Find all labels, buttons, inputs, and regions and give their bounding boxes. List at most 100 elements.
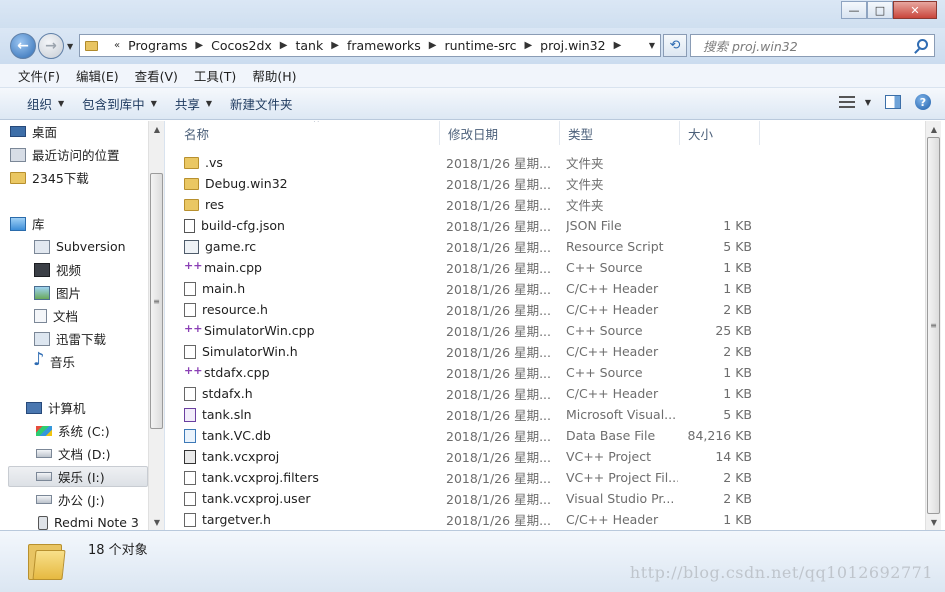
nav-item-libraries[interactable]: 库 xyxy=(10,213,45,234)
file-row[interactable]: stdafx.h 2018/1/26 星期... C/C++ Header 1 KB xyxy=(166,383,925,404)
breadcrumb-frameworks[interactable]: frameworks xyxy=(347,38,421,53)
file-row[interactable]: resource.h 2018/1/26 星期... C/C++ Header 2 K… xyxy=(166,299,925,320)
file-row[interactable]: .vs 2018/1/26 星期... 文件夹 xyxy=(166,152,925,173)
new-folder-button[interactable]: 新建文件夹 xyxy=(221,94,302,113)
include-in-library-button[interactable]: 包含到库中 ▼ xyxy=(73,94,166,113)
refresh-button[interactable]: ⟲ xyxy=(663,34,687,57)
file-row[interactable]: tank.vcxproj 2018/1/26 星期... VC++ Project 1… xyxy=(166,446,925,467)
organize-button[interactable]: 组织 ▼ xyxy=(18,94,73,113)
file-row[interactable]: tank.vcxproj.filters 2018/1/26 星期... VC++ … xyxy=(166,467,925,488)
file-row[interactable]: SimulatorWin.h 2018/1/26 星期... C/C++ Heade… xyxy=(166,341,925,362)
file-row[interactable]: SimulatorWin.cpp 2018/1/26 星期... C++ Sourc… xyxy=(166,320,925,341)
file-date: 2018/1/26 星期... xyxy=(446,450,551,465)
breadcrumb-programs[interactable]: Programs xyxy=(128,38,187,53)
file-row[interactable]: main.h 2018/1/26 星期... C/C++ Header 1 KB xyxy=(166,278,925,299)
file-row[interactable]: tank.sln 2018/1/26 星期... Microsoft Visual.… xyxy=(166,404,925,425)
nav-item-recent-places[interactable]: 最近访问的位置 xyxy=(10,144,120,165)
file-size: 1 KB xyxy=(723,512,752,527)
window-controls: — □ ✕ xyxy=(841,1,937,19)
close-button[interactable]: ✕ xyxy=(893,1,937,19)
nav-item-label: 库 xyxy=(32,217,45,232)
subversion-library-icon xyxy=(34,239,50,254)
file-row[interactable]: targetver.h 2018/1/26 星期... C/C++ Header 1 … xyxy=(166,509,925,530)
file-row[interactable]: stdafx.cpp 2018/1/26 星期... C++ Source 1 KB xyxy=(166,362,925,383)
nav-item-videos[interactable]: 视频 xyxy=(34,259,81,280)
change-view-button[interactable]: ▼ xyxy=(838,96,871,108)
breadcrumb-cocos2dx[interactable]: Cocos2dx xyxy=(211,38,272,53)
preview-pane-icon[interactable] xyxy=(885,95,901,109)
back-button[interactable]: ← xyxy=(10,33,36,59)
nav-item-label: 最近访问的位置 xyxy=(32,148,120,163)
file-name-cell: resource.h xyxy=(184,299,434,320)
column-header-date[interactable]: 修改日期 xyxy=(440,121,560,145)
nav-item-2345-downloads[interactable]: 2345下载 xyxy=(10,167,89,188)
scroll-down-icon[interactable]: ▼ xyxy=(926,514,942,530)
file-name-cell: tank.vcxproj.filters xyxy=(184,467,434,488)
minimize-button[interactable]: — xyxy=(841,1,867,19)
search-icon[interactable] xyxy=(917,39,928,50)
organize-label: 组织 xyxy=(27,97,53,112)
file-name: build-cfg.json xyxy=(201,218,285,233)
recent-pages-dropdown[interactable]: ▼ xyxy=(67,42,73,51)
search-input[interactable]: 搜索 proj.win32 xyxy=(690,34,935,57)
file-row[interactable]: tank.VC.db 2018/1/26 星期... Data Base File 8… xyxy=(166,425,925,446)
menu-tools[interactable]: 工具(T) xyxy=(186,66,244,85)
nav-item-drive-c[interactable]: 系统 (C:) xyxy=(36,420,110,441)
share-button[interactable]: 共享 ▼ xyxy=(166,94,221,113)
file-list-scrollbar[interactable]: ▲ ≡ ▼ xyxy=(925,121,941,530)
nav-item-drive-i[interactable]: 娱乐 (I:) xyxy=(8,466,148,487)
scroll-thumb[interactable]: ≡ xyxy=(150,173,163,429)
breadcrumb-runtime-src[interactable]: runtime-src xyxy=(444,38,516,53)
nav-item-desktop[interactable]: 桌面 xyxy=(10,121,57,142)
nav-item-drive-d[interactable]: 文档 (D:) xyxy=(36,443,111,464)
chevron-right-icon[interactable]: ▶ xyxy=(331,40,339,51)
menu-help[interactable]: 帮助(H) xyxy=(244,66,304,85)
column-header-name[interactable]: 名称 ^ xyxy=(176,121,440,145)
nav-item-redmi-note-3[interactable]: Redmi Note 3 xyxy=(38,512,139,530)
drive-icon xyxy=(36,449,52,458)
nav-item-subversion[interactable]: Subversion xyxy=(34,236,126,257)
forward-button[interactable]: → xyxy=(38,33,64,59)
file-row[interactable]: Debug.win32 2018/1/26 星期... 文件夹 xyxy=(166,173,925,194)
nav-item-music[interactable]: 音乐 xyxy=(33,349,75,372)
chevron-right-icon[interactable]: ▶ xyxy=(614,40,622,51)
breadcrumb-overflow[interactable]: « xyxy=(114,40,120,51)
file-row[interactable]: res 2018/1/26 星期... 文件夹 xyxy=(166,194,925,215)
scroll-up-icon[interactable]: ▲ xyxy=(926,121,942,137)
chevron-right-icon[interactable]: ▶ xyxy=(524,40,532,51)
desktop-icon xyxy=(10,126,26,137)
menu-edit[interactable]: 编辑(E) xyxy=(68,66,127,85)
help-icon[interactable]: ? xyxy=(915,94,931,110)
scroll-thumb[interactable]: ≡ xyxy=(927,137,940,514)
file-row[interactable]: tank.vcxproj.user 2018/1/26 星期... Visual S… xyxy=(166,488,925,509)
column-header-size[interactable]: 大小 xyxy=(680,121,760,145)
cpp-file-icon xyxy=(184,259,202,275)
breadcrumb-proj-win32[interactable]: proj.win32 xyxy=(540,38,605,53)
menu-view[interactable]: 查看(V) xyxy=(127,66,186,85)
chevron-right-icon[interactable]: ▶ xyxy=(429,40,437,51)
file-row[interactable]: game.rc 2018/1/26 星期... Resource Script 5 K… xyxy=(166,236,925,257)
nav-scrollbar[interactable]: ▲ ≡ ▼ xyxy=(148,121,164,530)
maximize-button[interactable]: □ xyxy=(867,1,893,19)
file-name: tank.vcxproj xyxy=(202,449,280,464)
address-dropdown-icon[interactable]: ▼ xyxy=(649,41,655,50)
chevron-right-icon[interactable]: ▶ xyxy=(280,40,288,51)
forward-arrow-icon: → xyxy=(45,38,57,54)
breadcrumb-tank[interactable]: tank xyxy=(296,38,324,53)
menu-file[interactable]: 文件(F) xyxy=(10,66,68,85)
file-name: SimulatorWin.h xyxy=(202,344,298,359)
nav-item-drive-j[interactable]: 办公 (J:) xyxy=(36,489,105,510)
nav-item-thunder-downloads[interactable]: 迅雷下载 xyxy=(34,328,106,349)
chevron-right-icon[interactable]: ▶ xyxy=(195,40,203,51)
nav-item-pictures[interactable]: 图片 xyxy=(34,282,81,303)
column-header-type[interactable]: 类型 xyxy=(560,121,680,145)
file-date: 2018/1/26 星期... xyxy=(446,513,551,528)
file-row[interactable]: build-cfg.json 2018/1/26 星期... JSON File 1 … xyxy=(166,215,925,236)
nav-item-computer[interactable]: 计算机 xyxy=(26,397,86,418)
scroll-up-icon[interactable]: ▲ xyxy=(149,121,164,137)
file-row[interactable]: main.cpp 2018/1/26 星期... C++ Source 1 KB xyxy=(166,257,925,278)
address-bar[interactable]: « Programs ▶ Cocos2dx ▶ tank ▶ framework… xyxy=(79,34,661,57)
file-name: tank.vcxproj.user xyxy=(202,491,311,506)
nav-item-documents[interactable]: 文档 xyxy=(34,305,78,326)
scroll-down-icon[interactable]: ▼ xyxy=(149,514,164,530)
